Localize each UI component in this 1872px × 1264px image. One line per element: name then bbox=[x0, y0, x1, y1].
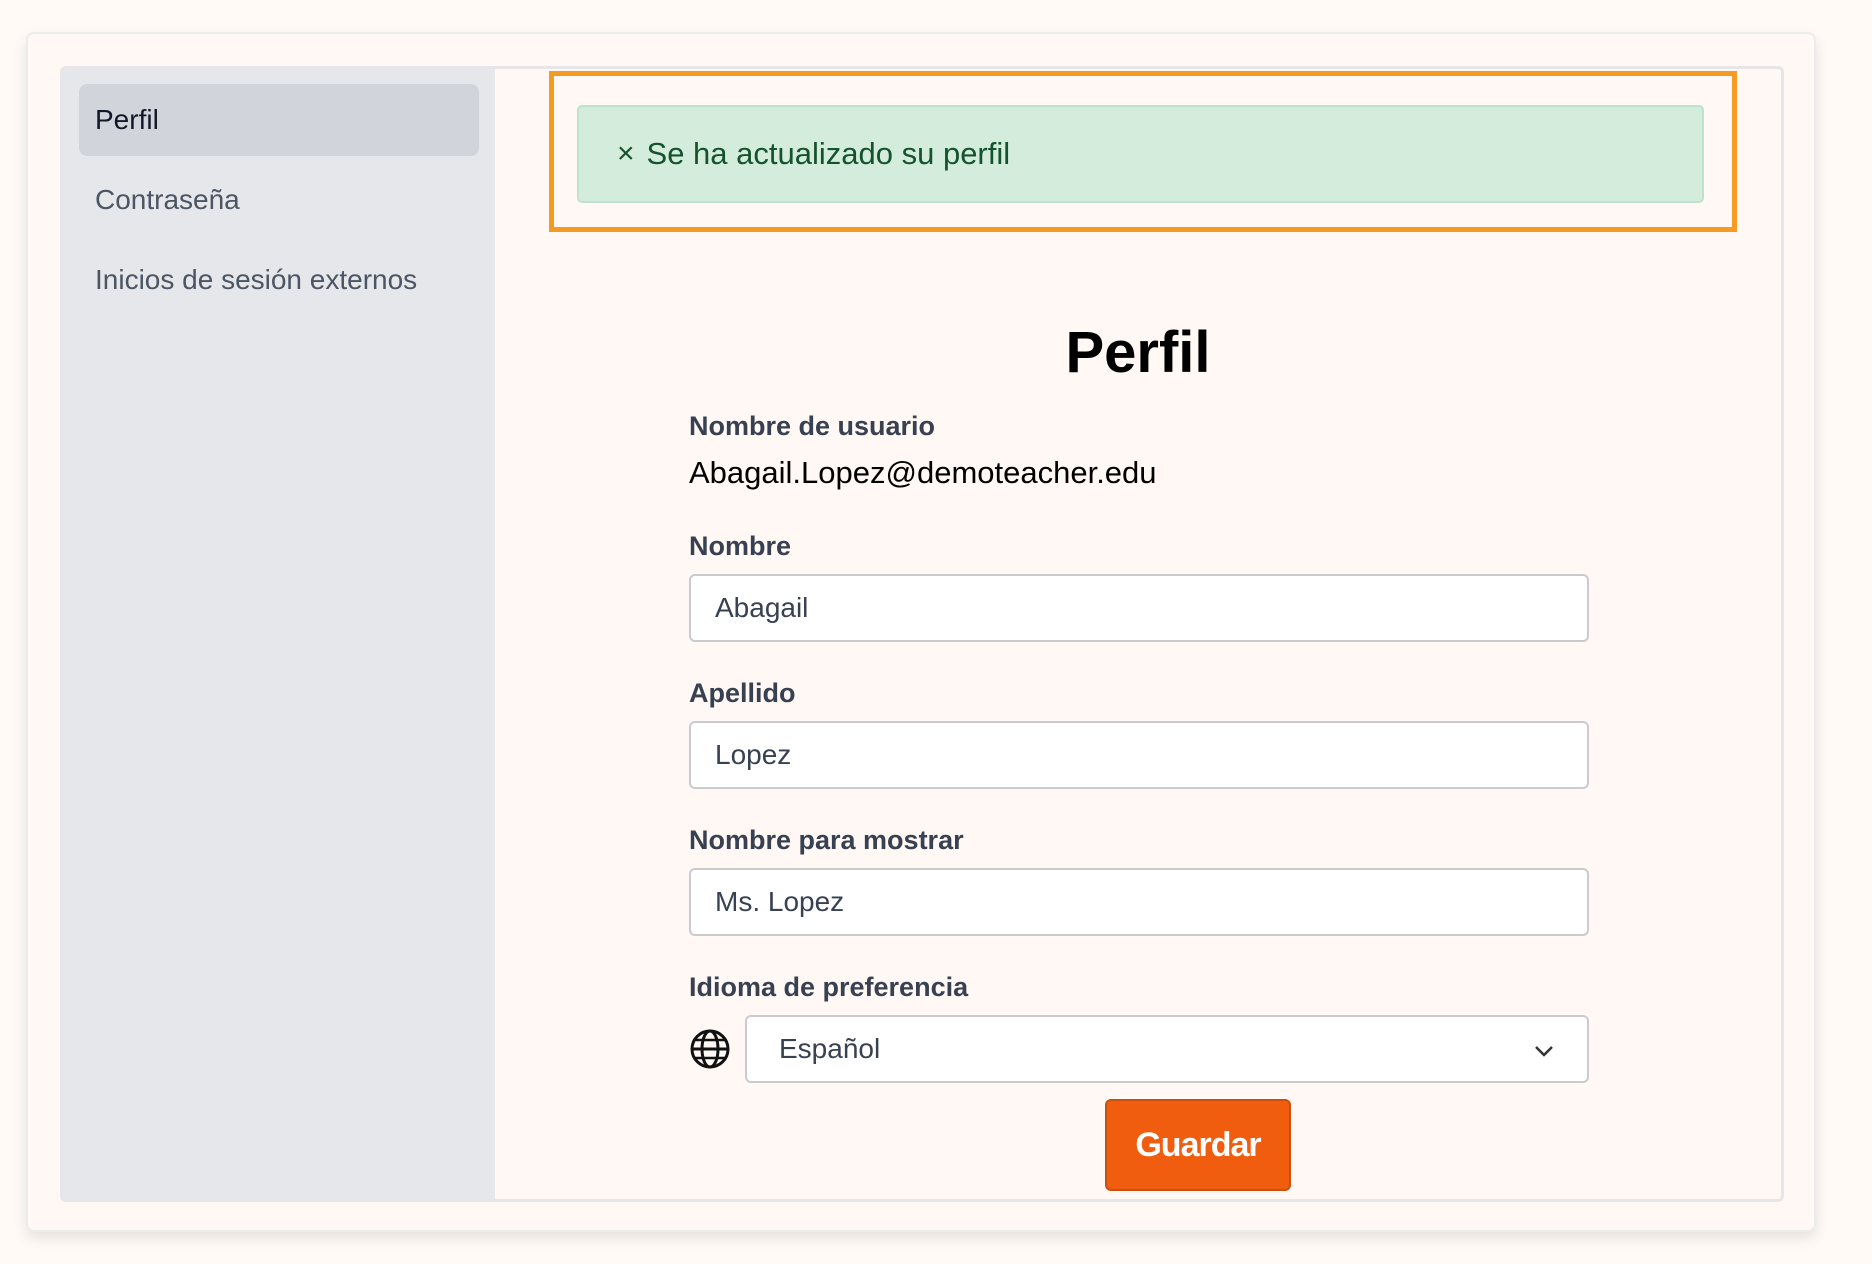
settings-card: Perfil Contraseña Inicios de sesión exte… bbox=[26, 32, 1816, 1232]
alert-message: Se ha actualizado su perfil bbox=[646, 136, 1011, 171]
username-label: Nombre de usuario bbox=[689, 411, 936, 441]
last-name-field: Apellido bbox=[689, 676, 1589, 789]
first-name-field: Nombre bbox=[689, 529, 1589, 642]
last-name-input[interactable] bbox=[689, 721, 1589, 789]
language-select[interactable]: Español bbox=[745, 1015, 1589, 1083]
sidebar-item-profile[interactable]: Perfil bbox=[79, 84, 479, 156]
sidebar-item-password[interactable]: Contraseña bbox=[79, 164, 479, 236]
profile-main: × Se ha actualizado su perfil Perfil Nom… bbox=[495, 69, 1781, 1199]
first-name-label: Nombre bbox=[689, 531, 792, 561]
username-value: Abagail.Lopez@demoteacher.edu bbox=[689, 455, 1157, 490]
settings-sidebar: Perfil Contraseña Inicios de sesión exte… bbox=[63, 69, 495, 1199]
username-field: Nombre de usuario Abagail.Lopez@demoteac… bbox=[689, 409, 1589, 493]
sidebar-item-external-logins[interactable]: Inicios de sesión externos bbox=[79, 244, 479, 316]
settings-panel: Perfil Contraseña Inicios de sesión exte… bbox=[60, 66, 1784, 1202]
success-alert: × Se ha actualizado su perfil bbox=[577, 105, 1704, 203]
first-name-input[interactable] bbox=[689, 574, 1589, 642]
language-field: Idioma de preferencia Español bbox=[689, 970, 1589, 1083]
display-name-input[interactable] bbox=[689, 868, 1589, 936]
page-title: Perfil bbox=[1065, 320, 1211, 385]
profile-form: Nombre de usuario Abagail.Lopez@demoteac… bbox=[689, 409, 1589, 1083]
language-row: Español bbox=[689, 1015, 1589, 1083]
language-label: Idioma de preferencia bbox=[689, 972, 969, 1002]
last-name-label: Apellido bbox=[689, 678, 796, 708]
close-icon[interactable]: × bbox=[617, 137, 635, 171]
chevron-down-icon bbox=[1533, 1033, 1555, 1065]
language-selected-value: Español bbox=[779, 1033, 881, 1064]
save-button[interactable]: Guardar bbox=[1105, 1099, 1291, 1191]
alert-highlight: × Se ha actualizado su perfil bbox=[549, 71, 1737, 232]
display-name-field: Nombre para mostrar bbox=[689, 823, 1589, 936]
display-name-label: Nombre para mostrar bbox=[689, 825, 964, 855]
globe-icon bbox=[689, 1015, 745, 1083]
